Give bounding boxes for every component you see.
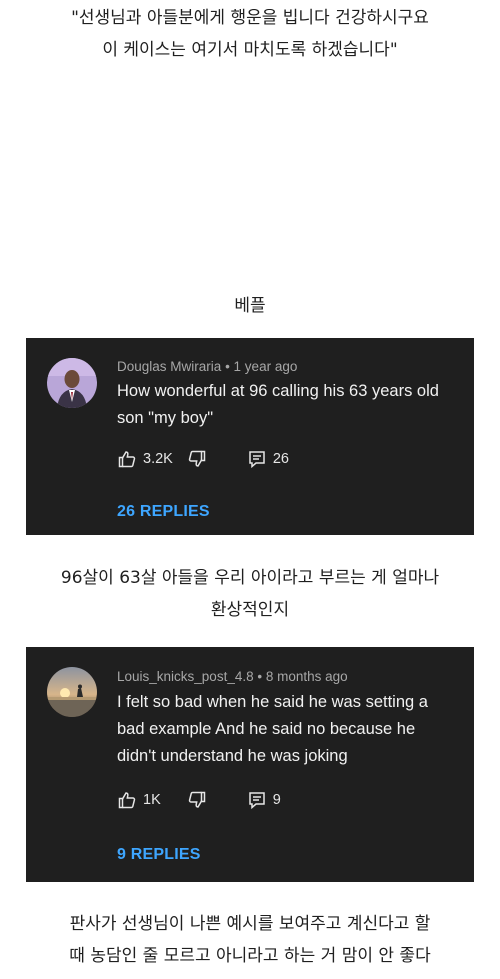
sunset-photo-avatar-icon <box>47 667 97 717</box>
best-reply-label: 베플 <box>234 296 266 316</box>
meta-separator: • <box>225 359 234 374</box>
translation-line-2: 환상적인지 <box>210 600 290 620</box>
reply-count: 26 <box>272 451 289 467</box>
avatar[interactable] <box>47 667 97 717</box>
meta-separator: • <box>257 669 266 684</box>
comment-time: 8 months ago <box>265 669 348 684</box>
comment-text: How wonderful at 96 calling his 63 years… <box>117 378 472 432</box>
comment-text-line: How wonderful at 96 calling his 63 years… <box>117 382 439 400</box>
comment-author[interactable]: Douglas Mwiraria <box>117 359 221 374</box>
comment-text-line: bad example And he said no because he <box>117 720 416 738</box>
translation-line-1: 96살이 63살 아들을 우리 아이라고 부르는 게 얼마나 <box>60 568 440 588</box>
comment-author[interactable]: Louis_knicks_post_4.8 <box>117 669 254 684</box>
comment-meta: Douglas Mwiraria • 1 year ago <box>117 359 297 374</box>
like-count: 3.2K <box>143 451 173 467</box>
comment-card: Douglas Mwiraria • 1 year ago How wonder… <box>26 338 474 535</box>
avatar[interactable] <box>47 358 97 408</box>
comment-text-line: didn't understand he was joking <box>117 747 348 765</box>
thumbs-up-icon[interactable] <box>117 790 137 810</box>
reply-comment-icon[interactable] <box>247 790 267 810</box>
comment-card: Louis_knicks_post_4.8 • 8 months ago I f… <box>26 647 474 882</box>
comment-meta: Louis_knicks_post_4.8 • 8 months ago <box>117 669 348 684</box>
quote-line-2: 이 케이스는 여기서 마치도록 하겠습니다" <box>102 40 398 60</box>
thumbs-down-icon[interactable] <box>187 790 207 810</box>
comment-text-line: I felt so bad when he said he was settin… <box>117 693 428 711</box>
comment-time: 1 year ago <box>233 359 298 374</box>
thumbs-down-icon[interactable] <box>187 449 207 469</box>
view-replies-button[interactable]: 26 REPLIES <box>117 503 210 521</box>
comment-text-line: son "my boy" <box>117 409 214 427</box>
comment-actions: 1K 9 <box>117 789 281 811</box>
comment-text: I felt so bad when he said he was settin… <box>117 689 472 770</box>
like-count: 1K <box>143 792 161 808</box>
comment-actions: 3.2K 26 <box>117 448 289 470</box>
thumbs-up-icon[interactable] <box>117 449 137 469</box>
translation-line-4: 때 농담인 줄 모르고 아니라고 하는 거 맘이 안 좋다 <box>69 946 431 966</box>
reply-comment-icon[interactable] <box>247 449 267 469</box>
quote-line-1: "선생님과 아들분에게 행운을 빕니다 건강하시구요 <box>71 8 429 28</box>
person-photo-avatar-icon <box>47 358 97 408</box>
translation-line-3: 판사가 선생님이 나쁜 예시를 보여주고 계신다고 할 <box>69 914 431 934</box>
view-replies-button[interactable]: 9 REPLIES <box>117 846 201 864</box>
reply-count: 9 <box>272 792 281 808</box>
